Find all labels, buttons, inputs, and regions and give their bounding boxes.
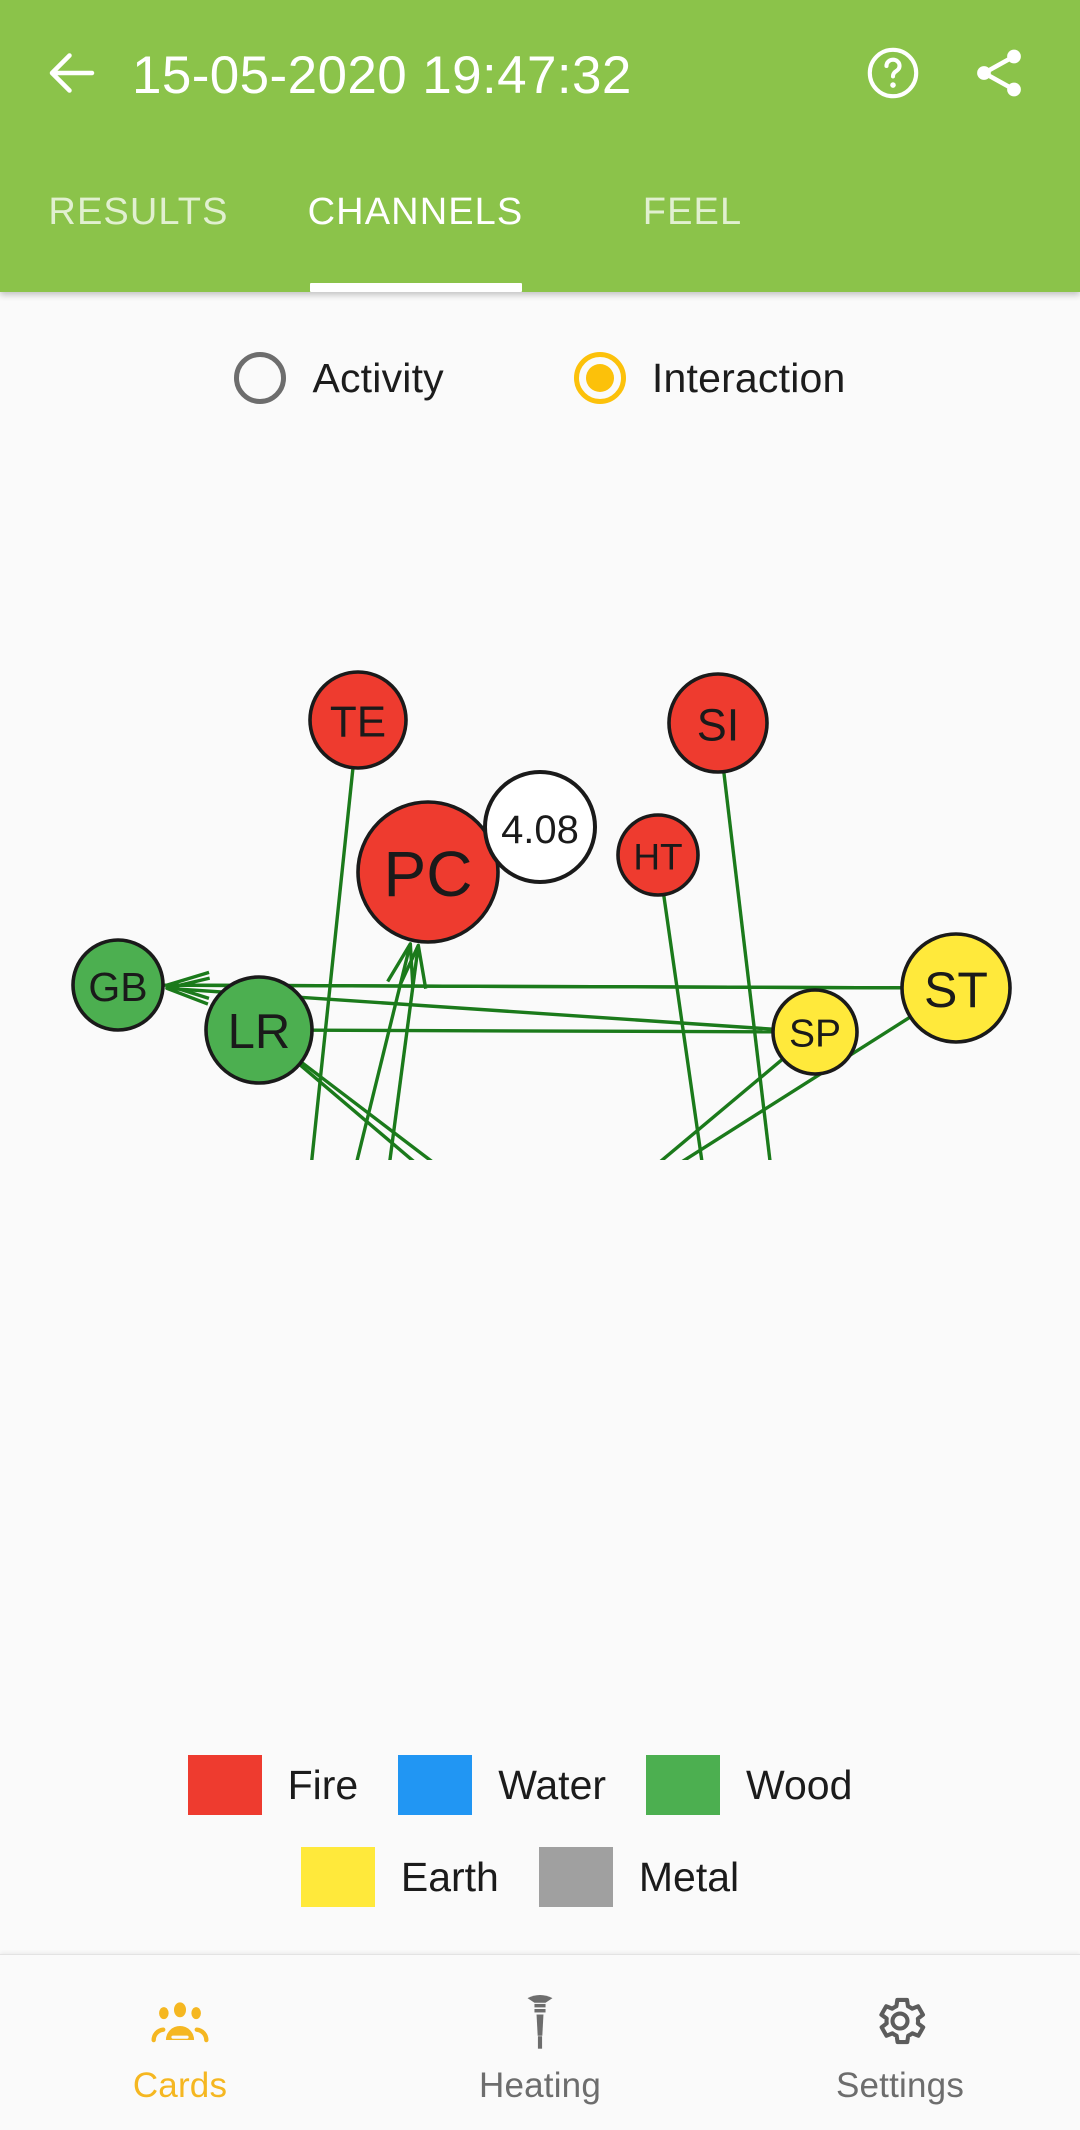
node-label-si: SI bbox=[697, 700, 740, 751]
node-label-lr: LR bbox=[228, 1005, 291, 1059]
legend-swatch-water bbox=[398, 1755, 473, 1815]
legend: Fire Water Wood Earth Metal bbox=[0, 1739, 1080, 1954]
nav-label-settings: Settings bbox=[835, 2065, 965, 2105]
app-bar: 15-05-2020 19:47:32 RESULTS CHANNELS FEE… bbox=[0, 0, 1080, 292]
back-button[interactable] bbox=[40, 43, 104, 107]
help-circle-icon bbox=[864, 44, 922, 107]
tab-feel[interactable]: FEEL bbox=[554, 150, 831, 292]
page-title: 15-05-2020 19:47:32 bbox=[132, 45, 632, 105]
nav-item-heating[interactable]: Heating bbox=[360, 1955, 720, 2130]
legend-swatch-metal bbox=[538, 1847, 613, 1907]
diagram-edge-SI-LI bbox=[722, 771, 772, 1160]
nav-item-cards[interactable]: Cards bbox=[0, 1955, 360, 2130]
channels-diagram[interactable]: TESIPCHTGBLRSTSPKIBLLULI 4.08 bbox=[0, 442, 1080, 1739]
diagram-node-gb[interactable]: GB bbox=[71, 938, 165, 1032]
diagram-nodes: TESIPCHTGBLRSTSPKIBLLULI bbox=[71, 670, 1012, 1085]
nav-label-heating: Heating bbox=[478, 2065, 602, 2105]
diagram-node-st[interactable]: ST bbox=[900, 932, 1012, 1044]
gear-icon bbox=[871, 1990, 929, 2052]
tab-bar: RESULTS CHANNELS FEEL bbox=[0, 150, 1080, 292]
diagram-center-value: 4.08 bbox=[483, 770, 597, 884]
center-value-text: 4.08 bbox=[501, 808, 579, 852]
app-bar-actions bbox=[862, 44, 1030, 106]
legend-swatch-earth bbox=[300, 1847, 375, 1907]
nav-item-settings[interactable]: Settings bbox=[720, 1955, 1080, 2130]
tab-channels-label: CHANNELS bbox=[307, 190, 524, 233]
diagram-edge-LR-LI bbox=[298, 1063, 415, 1160]
node-label-te: TE bbox=[330, 698, 386, 747]
bottom-navigation: Cards Heating Settings bbox=[0, 1954, 1080, 2130]
legend-swatch-wood bbox=[646, 1755, 721, 1815]
legend-item-earth: Earth bbox=[300, 1847, 539, 1907]
moxa-stick-icon bbox=[517, 1990, 563, 2052]
legend-item-wood: Wood bbox=[646, 1755, 892, 1815]
diagram-node-te[interactable]: TE bbox=[308, 670, 408, 770]
diagram-edge-HT-LU bbox=[661, 894, 704, 1160]
node-label-sp: SP bbox=[789, 1013, 841, 1056]
diagram-node-sp[interactable]: SP bbox=[771, 988, 859, 1076]
legend-row-1: Fire Water Wood bbox=[0, 1739, 1080, 1831]
legend-item-metal: Metal bbox=[538, 1847, 779, 1907]
legend-swatch-fire bbox=[187, 1755, 262, 1815]
legend-label-fire: Fire bbox=[287, 1761, 359, 1808]
legend-item-fire: Fire bbox=[187, 1755, 399, 1815]
diagram-edge-LR-SP bbox=[311, 1028, 774, 1034]
nav-label-cards: Cards bbox=[132, 2065, 228, 2105]
legend-label-water: Water bbox=[498, 1761, 607, 1808]
diagram-node-si[interactable]: SI bbox=[667, 672, 769, 774]
share-icon bbox=[969, 43, 1029, 108]
diagram-node-pc[interactable]: PC bbox=[356, 800, 500, 944]
diagram-edge-SP-BL bbox=[659, 1057, 784, 1160]
tab-results[interactable]: RESULTS bbox=[0, 150, 277, 292]
legend-label-earth: Earth bbox=[400, 1853, 499, 1900]
legend-label-metal: Metal bbox=[638, 1853, 740, 1900]
app-bar-top-row: 15-05-2020 19:47:32 bbox=[0, 0, 1080, 150]
app-root: 15-05-2020 19:47:32 RESULTS CHANNELS FEE… bbox=[0, 0, 1080, 2130]
node-label-st: ST bbox=[924, 962, 988, 1018]
help-button[interactable] bbox=[862, 44, 924, 106]
tab-channels[interactable]: CHANNELS bbox=[277, 150, 554, 292]
tab-results-label: RESULTS bbox=[48, 190, 229, 233]
share-button[interactable] bbox=[968, 44, 1030, 106]
tab-feel-label: FEEL bbox=[642, 190, 743, 233]
diagram-node-lr[interactable]: LR bbox=[204, 975, 314, 1085]
people-group-icon bbox=[151, 1990, 209, 2052]
legend-item-water: Water bbox=[398, 1755, 646, 1815]
back-arrow-icon bbox=[42, 43, 102, 108]
node-label-pc: PC bbox=[384, 838, 473, 910]
node-label-gb: GB bbox=[88, 964, 147, 1010]
node-label-ht: HT bbox=[633, 837, 682, 878]
legend-label-wood: Wood bbox=[746, 1761, 853, 1808]
content-area: Activity Interaction TESIPCHTGBLRSTSPKIB… bbox=[0, 292, 1080, 2130]
legend-row-2: Earth Metal bbox=[0, 1831, 1080, 1923]
diagram-node-ht[interactable]: HT bbox=[616, 813, 700, 897]
